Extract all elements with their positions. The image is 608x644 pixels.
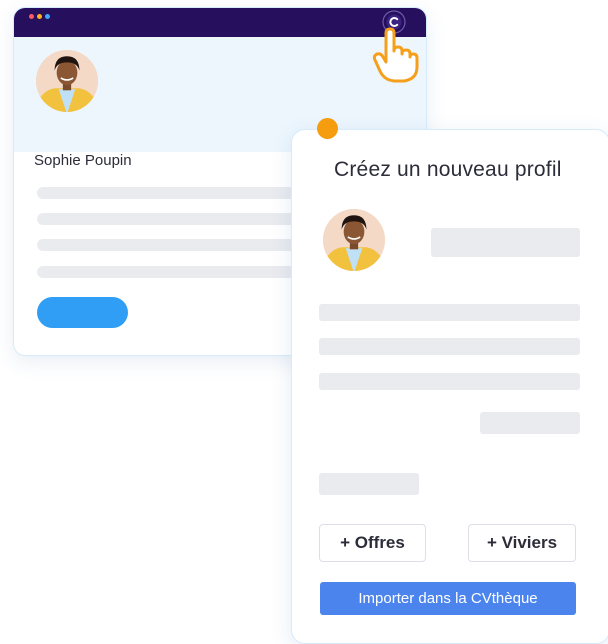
window-dot-blue-icon	[45, 14, 50, 19]
person-photo-icon	[36, 50, 98, 112]
field-placeholder[interactable]	[319, 304, 580, 321]
avatar	[323, 209, 385, 271]
add-offers-button[interactable]: + Offres	[319, 524, 426, 562]
profile-name: Sophie Poupin	[34, 152, 132, 169]
window-dot-red-icon	[29, 14, 34, 19]
person-photo-icon	[323, 209, 385, 271]
avatar	[36, 50, 98, 112]
window-titlebar	[14, 8, 426, 37]
field-placeholder[interactable]	[319, 373, 580, 390]
field-placeholder-short[interactable]	[319, 473, 419, 495]
pointing-hand-icon	[372, 27, 419, 83]
window-dot-orange-icon	[37, 14, 42, 19]
import-to-cv-library-button[interactable]: Importer dans la CVthèque	[320, 582, 576, 615]
field-placeholder-short[interactable]	[480, 412, 580, 434]
page-title: Créez un nouveau profil	[334, 158, 562, 181]
orange-dot-icon	[317, 118, 338, 139]
add-pools-button[interactable]: + Viviers	[468, 524, 576, 562]
name-field-placeholder[interactable]	[431, 228, 580, 257]
primary-action-button[interactable]	[37, 297, 128, 328]
new-profile-card: Créez un nouveau profil + Offres + Vivie…	[291, 129, 608, 644]
field-placeholder[interactable]	[319, 338, 580, 355]
